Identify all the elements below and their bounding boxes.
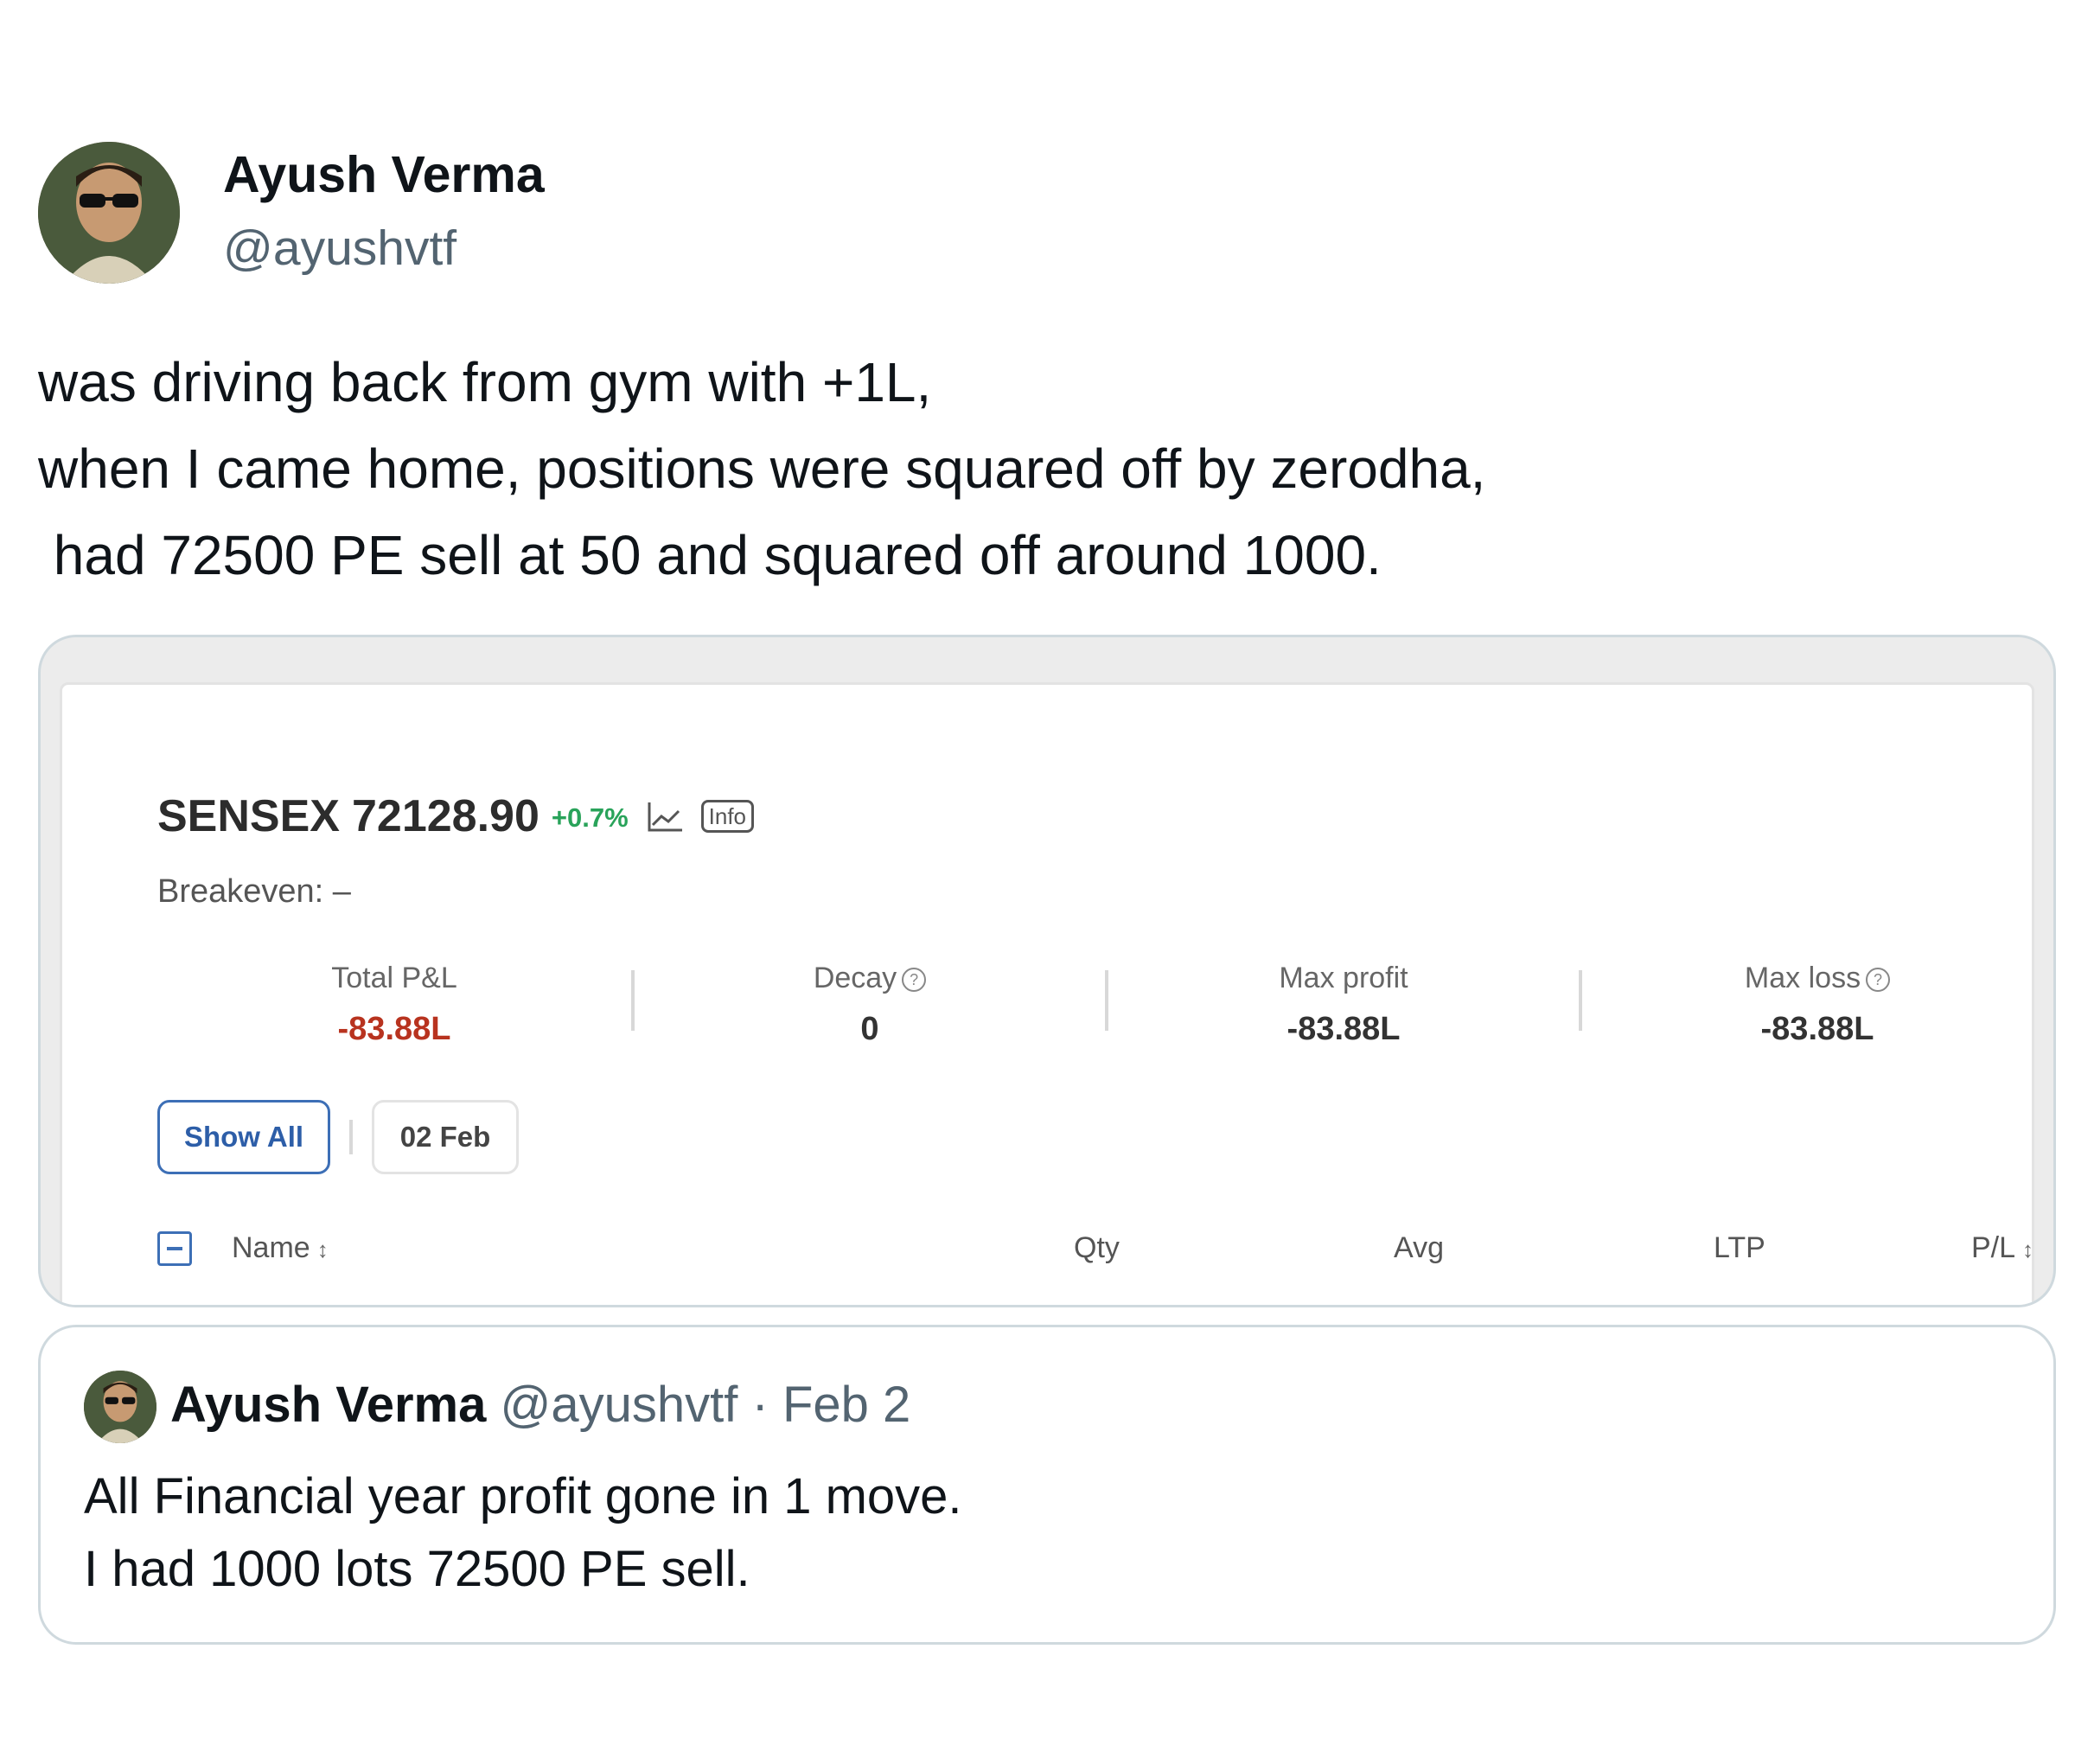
stat-value: -83.88L xyxy=(1286,1011,1401,1047)
sort-icon: ↕ xyxy=(316,1237,329,1262)
author-name[interactable]: Ayush Verma xyxy=(223,145,545,204)
stat-value: -83.88L xyxy=(1760,1011,1874,1047)
ticker-value: 72128.90 xyxy=(351,791,540,841)
author-handle[interactable]: @ayushvtf xyxy=(223,220,456,277)
positions-panel: SENSEX 72128.90 +0.7% Info Breakeven: – … xyxy=(60,682,2034,1305)
breakeven-label: Breakeven: – xyxy=(157,873,351,910)
quoted-author-name: Ayush Verma xyxy=(170,1377,487,1433)
ticker-change: +0.7% xyxy=(551,802,629,833)
quoted-text: All Financial year profit gone in 1 move… xyxy=(84,1460,962,1606)
stat-label: Max loss? xyxy=(1580,962,2053,995)
stat-max-loss: Max loss? -83.88L xyxy=(1580,962,2053,1048)
tweet-line: had 72500 PE sell at 50 and squared off … xyxy=(38,524,1382,586)
tweet-media-image[interactable]: SENSEX 72128.90 +0.7% Info Breakeven: – … xyxy=(38,635,2056,1307)
stat-value: -83.88L xyxy=(337,1011,451,1047)
stats-row: Total P&L -83.88L Decay? 0 Max profit -8… xyxy=(157,962,2051,1074)
quoted-separator: · xyxy=(751,1377,769,1433)
column-qty: Qty xyxy=(1074,1231,1120,1264)
quoted-line: All Financial year profit gone in 1 move… xyxy=(84,1468,962,1524)
quoted-date: Feb 2 xyxy=(782,1377,911,1433)
chart-icon xyxy=(648,802,682,832)
positions-table-header: Name ↕ Qty Avg LTP P/L ↕ xyxy=(157,1224,2051,1276)
filter-divider xyxy=(349,1120,353,1154)
author-avatar[interactable] xyxy=(38,142,180,284)
stat-label: Total P&L xyxy=(331,962,457,994)
sort-icon: ↕ xyxy=(2022,1237,2034,1262)
quoted-author-avatar xyxy=(84,1371,156,1443)
tweet-line: when I came home, positions were squared… xyxy=(38,438,1486,500)
stat-value: 0 xyxy=(860,1011,879,1047)
quoted-line: I had 1000 lots 72500 PE sell. xyxy=(84,1541,750,1597)
select-all-checkbox[interactable] xyxy=(157,1231,192,1266)
ticker-row: SENSEX 72128.90 +0.7% Info xyxy=(157,790,755,842)
column-pl[interactable]: P/L ↕ xyxy=(1971,1231,2034,1265)
help-icon: ? xyxy=(902,968,927,993)
quoted-header: Ayush Verma @ayushvtf · Feb 2 xyxy=(170,1376,910,1434)
date-filter-button[interactable]: 02 Feb xyxy=(372,1100,519,1174)
tweet-text: was driving back from gym with +1L, when… xyxy=(38,339,2027,598)
tweet-line: was driving back from gym with +1L, xyxy=(38,351,932,413)
column-ltp: LTP xyxy=(1714,1231,1765,1264)
stat-decay: Decay? 0 xyxy=(633,962,1107,1048)
quoted-tweet[interactable]: Ayush Verma @ayushvtf · Feb 2 All Financ… xyxy=(38,1325,2056,1645)
show-all-button[interactable]: Show All xyxy=(157,1100,330,1174)
info-badge: Info xyxy=(700,800,755,833)
help-icon: ? xyxy=(1866,968,1891,993)
stat-label: Decay? xyxy=(633,962,1107,995)
ticker-name: SENSEX xyxy=(157,791,340,841)
stat-label: Max profit xyxy=(1279,962,1408,994)
stat-max-profit: Max profit -83.88L xyxy=(1107,962,1580,1048)
stat-total-pl: Total P&L -83.88L xyxy=(157,962,631,1048)
filter-row: Show All 02 Feb xyxy=(157,1100,519,1174)
quoted-author-handle: @ayushvtf xyxy=(500,1377,738,1433)
column-avg: Avg xyxy=(1394,1231,1444,1264)
column-name[interactable]: Name ↕ xyxy=(232,1231,329,1265)
